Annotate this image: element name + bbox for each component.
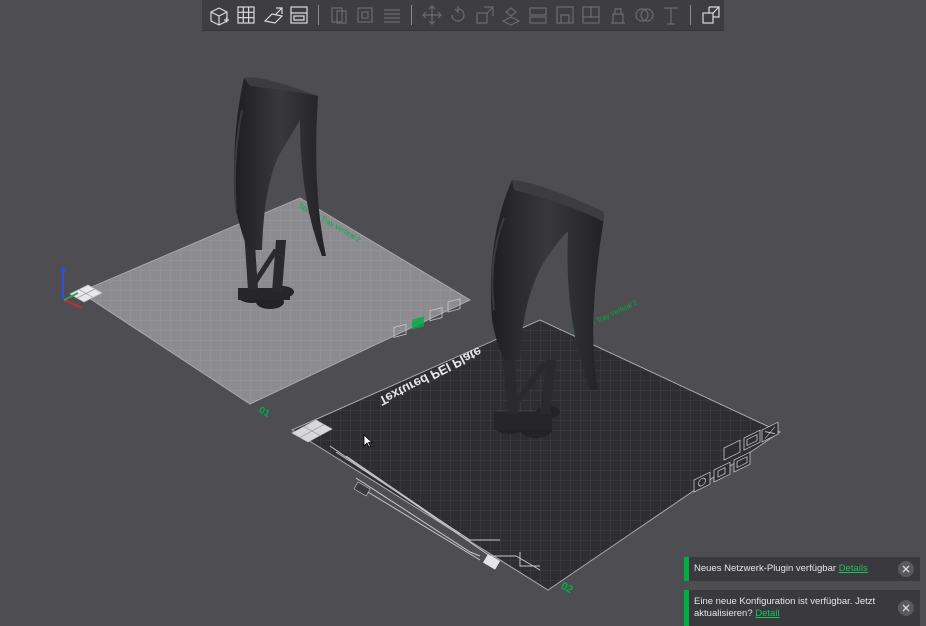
notification-details-link[interactable]: Details [839, 563, 868, 574]
add-cube-button[interactable] [208, 3, 232, 27]
notification-close-button[interactable] [898, 600, 914, 616]
rotate-button[interactable] [446, 3, 470, 27]
close-icon [902, 565, 910, 573]
assembly-view-button[interactable] [699, 3, 723, 27]
notification-text: Neues Netzwerk-Plugin verfügbar [694, 563, 837, 574]
close-icon [902, 604, 910, 612]
notification-text: Eine neue Konfiguration ist verfügbar. J… [694, 596, 876, 619]
move-button[interactable] [420, 3, 444, 27]
text-button[interactable] [659, 3, 683, 27]
split-parts-button[interactable] [354, 3, 378, 27]
3d-viewport[interactable]: 01 Sponge Tray Vertical 2 Textured PEI P… [0, 0, 926, 625]
assembly-view-icon [702, 6, 720, 24]
lay-on-face-button[interactable] [500, 3, 524, 27]
split-objects-icon [331, 7, 347, 24]
toolbar-separator [690, 5, 692, 25]
support-paint-button[interactable] [553, 3, 577, 27]
cut-button[interactable] [526, 3, 550, 27]
split-parts-icon [357, 7, 373, 23]
notification-config-update: Eine neue Konfiguration ist verfügbar. J… [684, 590, 920, 626]
scale-icon [476, 6, 494, 24]
arrange-grid-button[interactable] [234, 3, 258, 27]
boolean-icon [635, 8, 655, 22]
split-objects-button[interactable] [327, 3, 351, 27]
scale-button[interactable] [473, 3, 497, 27]
mouse-cursor-icon [363, 434, 373, 448]
orient-button[interactable] [261, 3, 285, 27]
plate-settings-icon [290, 6, 308, 24]
cut-icon [529, 7, 547, 24]
layers-icon [383, 9, 400, 23]
color-paint-icon [610, 8, 625, 24]
seam-paint-icon [582, 6, 600, 24]
x-axis [63, 299, 83, 309]
add-cube-icon [210, 7, 230, 26]
plate-02-number: 02 [559, 580, 575, 596]
notification-detail-link[interactable]: Detail [755, 608, 779, 619]
orient-icon [263, 7, 283, 24]
color-paint-button[interactable] [606, 3, 630, 27]
support-paint-icon [555, 6, 574, 24]
plate-01-number: 01 [257, 405, 272, 420]
top-toolbar [202, 0, 724, 31]
text-icon [664, 7, 679, 25]
move-icon [421, 5, 442, 25]
grid-icon [237, 6, 255, 24]
boolean-button[interactable] [633, 3, 657, 27]
toolbar-separator [318, 5, 320, 25]
rotate-icon [451, 6, 465, 22]
lay-on-face-icon [502, 7, 521, 26]
layers-button[interactable] [380, 3, 404, 27]
plate-settings-button[interactable] [287, 3, 311, 27]
seam-paint-button[interactable] [579, 3, 603, 27]
notification-network-plugin: Neues Netzwerk-Plugin verfügbar Details [684, 557, 920, 581]
notification-close-button[interactable] [898, 561, 914, 577]
toolbar-separator [411, 5, 413, 25]
